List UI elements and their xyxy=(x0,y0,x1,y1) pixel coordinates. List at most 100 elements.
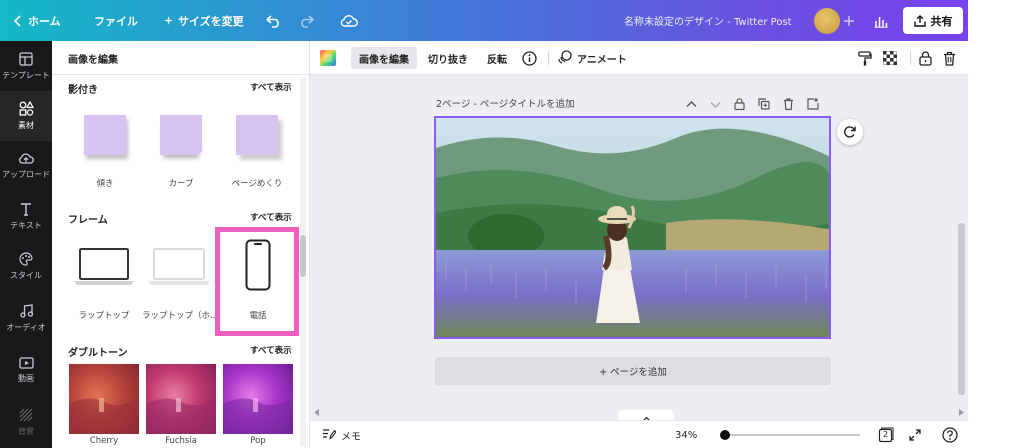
edit-image-panel: 画像を編集 影付き すべて表示 傾き カーブ ページめくり フレーム すべて表示 xyxy=(52,41,310,448)
cloud-saved-icon[interactable] xyxy=(340,0,358,41)
see-all-duotone[interactable]: すべて表示 xyxy=(250,344,292,356)
rail-item-video[interactable]: 動画 xyxy=(0,345,52,395)
duotone-caption: Cherry xyxy=(89,436,119,446)
chevron-up-icon[interactable] xyxy=(686,95,697,114)
rail-label: 素材 xyxy=(18,121,34,130)
rail-label: 動画 xyxy=(18,373,34,383)
rail-item-templates[interactable]: テンプレート xyxy=(0,41,52,91)
shadow-effect-curve[interactable] xyxy=(160,115,202,155)
notes-icon xyxy=(322,428,337,443)
panel-scrollbar[interactable] xyxy=(300,77,306,447)
page-title-label[interactable]: 2ページ - ページタイトルを追加 xyxy=(436,96,574,110)
panel-scroll-thumb[interactable] xyxy=(300,235,306,277)
rail-label: 背景 xyxy=(18,426,34,436)
shadow-effect-tilt[interactable] xyxy=(84,115,126,155)
frame-laptop-white[interactable] xyxy=(148,245,210,291)
add-collaborator-icon[interactable] xyxy=(844,0,854,41)
page-count-button[interactable]: 2 xyxy=(878,421,894,448)
frame-laptop[interactable] xyxy=(74,245,134,291)
rail-item-background[interactable]: 背景 xyxy=(0,397,52,447)
trash-icon[interactable] xyxy=(943,41,956,75)
rail-item-uploads[interactable]: アップロード xyxy=(0,141,52,191)
rail-label: テンプレート xyxy=(2,70,50,80)
page-actions xyxy=(686,95,819,114)
bottom-bar: メモ 34% 2 xyxy=(310,420,968,448)
see-all-frames[interactable]: すべて表示 xyxy=(250,211,292,223)
share-icon xyxy=(913,14,926,27)
animate-button[interactable]: アニメート xyxy=(558,41,627,75)
zoom-level[interactable]: 34% xyxy=(675,421,697,448)
chevron-down-icon[interactable] xyxy=(710,95,721,114)
rail-item-text[interactable]: テキスト xyxy=(0,191,52,241)
audio-icon xyxy=(19,303,33,318)
notes-label: メモ xyxy=(341,431,361,443)
page-lock-icon[interactable] xyxy=(734,95,745,114)
canvas-scroll-thumb[interactable] xyxy=(958,223,965,395)
scroll-left-arrow-icon[interactable] xyxy=(314,409,320,416)
notes-button[interactable]: メモ xyxy=(322,421,361,448)
design-page-photo[interactable] xyxy=(434,116,831,339)
section-title-shadows: 影付き xyxy=(68,85,98,96)
duotone-fuchsia[interactable] xyxy=(146,364,216,434)
avatar[interactable] xyxy=(814,0,840,41)
info-icon[interactable] xyxy=(522,41,537,75)
chevron-left-icon xyxy=(14,14,22,27)
resize-label: サイズを変更 xyxy=(178,14,244,28)
lock-icon[interactable] xyxy=(919,41,932,75)
insights-icon[interactable] xyxy=(874,0,888,41)
canvas-scrollbar[interactable] xyxy=(956,75,966,405)
undo-icon[interactable] xyxy=(266,0,282,41)
duotone-pop[interactable] xyxy=(223,364,293,434)
frame-caption: ラップトップ xyxy=(78,311,130,321)
rail-item-elements[interactable]: 素材 xyxy=(0,91,52,141)
duotone-cherry[interactable] xyxy=(69,364,139,434)
zoom-slider-track[interactable] xyxy=(720,430,860,440)
animate-icon xyxy=(558,49,572,67)
resize-button[interactable]: サイズを変更 xyxy=(164,0,244,41)
redo-icon[interactable] xyxy=(298,0,314,41)
section-title-frames: フレーム xyxy=(68,215,108,226)
phone-frame-highlight xyxy=(215,227,299,336)
fullscreen-icon[interactable] xyxy=(909,421,921,448)
rail-label: アップロード xyxy=(2,170,50,179)
text-icon xyxy=(20,202,32,216)
crop-button[interactable]: 切り抜き xyxy=(428,41,468,75)
rail-label: テキスト xyxy=(10,220,42,230)
refresh-icon[interactable] xyxy=(837,119,863,145)
top-bar: ホーム ファイル サイズを変更 名称未設定のデザイン - Twitter Pos… xyxy=(0,0,1024,41)
hillside-photo xyxy=(436,118,829,337)
help-icon[interactable] xyxy=(942,421,958,448)
video-icon xyxy=(18,356,34,369)
duotone-caption: Pop xyxy=(250,436,266,446)
add-page-icon[interactable] xyxy=(807,95,819,114)
shadow-effect-page-curl[interactable] xyxy=(236,115,278,155)
template-icon xyxy=(19,51,33,66)
animate-label: アニメート xyxy=(577,54,627,66)
see-all-shadows[interactable]: すべて表示 xyxy=(250,81,292,93)
color-swatch-button[interactable] xyxy=(320,41,336,75)
home-button[interactable]: ホーム xyxy=(14,0,61,41)
rail-item-audio[interactable]: オーディオ xyxy=(0,293,52,343)
duplicate-page-icon[interactable] xyxy=(758,95,770,114)
page-count: 2 xyxy=(883,430,889,439)
zoom-slider-knob[interactable] xyxy=(720,430,730,440)
scroll-right-arrow-icon[interactable] xyxy=(958,409,964,416)
rail-item-styles[interactable]: スタイル xyxy=(0,241,52,291)
palette-icon xyxy=(19,251,33,266)
transparency-icon[interactable] xyxy=(883,41,897,75)
effect-caption: ページめくり xyxy=(231,179,283,189)
right-margin xyxy=(968,0,1024,448)
delete-page-icon[interactable] xyxy=(783,95,794,114)
canva-editor: ホーム ファイル サイズを変更 名称未設定のデザイン - Twitter Pos… xyxy=(0,0,1024,448)
share-label: 共有 xyxy=(930,14,953,28)
paint-roller-icon[interactable] xyxy=(858,41,872,75)
edit-image-button[interactable]: 画像を編集 xyxy=(351,47,417,69)
share-button[interactable]: 共有 xyxy=(903,7,963,34)
document-title[interactable]: 名称未設定のデザイン - Twitter Post xyxy=(624,0,792,41)
file-menu[interactable]: ファイル xyxy=(94,0,138,41)
section-title-duotone: ダブルトーン xyxy=(68,348,128,359)
frame-caption: ラップトップ（ホ… xyxy=(142,311,218,321)
duotone-caption: Fuchsia xyxy=(165,436,197,446)
flip-button[interactable]: 反転 xyxy=(487,41,507,75)
add-page-button[interactable]: + ページを追加 xyxy=(435,357,831,385)
